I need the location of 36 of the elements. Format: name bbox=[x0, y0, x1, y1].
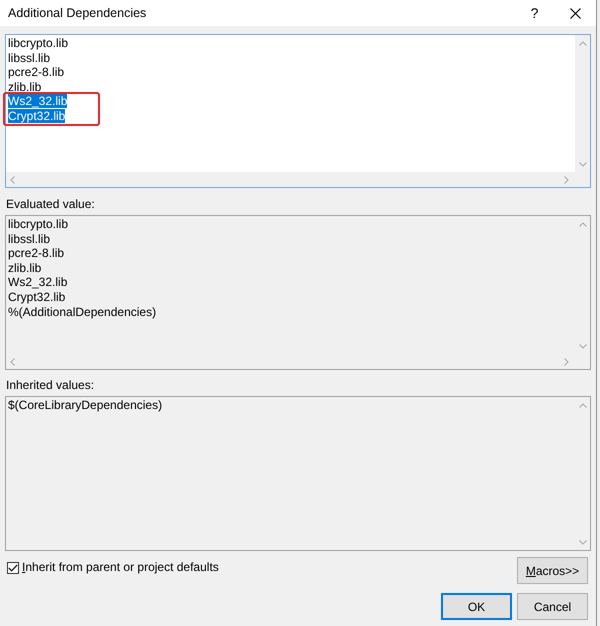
evaluated-label: Evaluated value: bbox=[6, 197, 95, 211]
chevron-up-icon[interactable] bbox=[578, 222, 586, 227]
checkbox-label[interactable]: Inherit from parent or project defaults bbox=[22, 560, 219, 574]
macros-button[interactable]: Macros>> bbox=[517, 557, 588, 584]
text-line: zlib.lib bbox=[8, 260, 42, 275]
ok-button[interactable]: OK bbox=[441, 593, 512, 620]
text-line: libcrypto.lib bbox=[8, 217, 68, 231]
chevron-down-icon[interactable] bbox=[578, 540, 586, 545]
close-icon[interactable] bbox=[570, 8, 581, 18]
chevron-down-icon[interactable] bbox=[578, 162, 586, 167]
inherited-label: Inherited values: bbox=[6, 378, 94, 392]
text-line: zlib.lib bbox=[8, 80, 42, 94]
chevron-up-icon[interactable] bbox=[578, 403, 586, 408]
text-line: $(CoreLibraryDependencies) bbox=[8, 398, 162, 412]
chevron-down-icon[interactable] bbox=[578, 344, 586, 349]
checkbox[interactable] bbox=[7, 562, 19, 574]
chevron-up-icon[interactable] bbox=[578, 41, 586, 46]
text-line: %(AdditionalDependencies) bbox=[8, 304, 156, 319]
text-line: libcrypto.lib bbox=[8, 36, 68, 50]
chevron-left-icon[interactable] bbox=[10, 358, 15, 366]
text-line: pcre2-8.lib bbox=[8, 246, 64, 260]
chevron-right-icon[interactable] bbox=[564, 176, 569, 184]
text-line: libssl.lib bbox=[8, 232, 50, 246]
cancel-button[interactable]: Cancel bbox=[517, 593, 588, 620]
vertical-scrollbar[interactable] bbox=[575, 35, 590, 172]
chevron-left-icon[interactable] bbox=[10, 176, 15, 184]
text-line: pcre2-8.lib bbox=[8, 65, 64, 80]
text-line: Crypt32.lib bbox=[8, 290, 66, 304]
horizontal-scrollbar[interactable] bbox=[6, 172, 575, 187]
check-icon bbox=[8, 564, 18, 572]
window-title: Additional Dependencies bbox=[8, 6, 146, 20]
text-line: libssl.lib bbox=[8, 50, 50, 65]
text-line: Ws2_32.lib bbox=[8, 275, 68, 290]
text-editor[interactable]: libcrypto.lib libssl.lib pcre2-8.lib zlib.lib Ws2_32.lib Crypt32.lib bbox=[5, 34, 591, 188]
help-button[interactable]: ? bbox=[514, 0, 555, 26]
chevron-right-icon[interactable] bbox=[564, 358, 569, 366]
